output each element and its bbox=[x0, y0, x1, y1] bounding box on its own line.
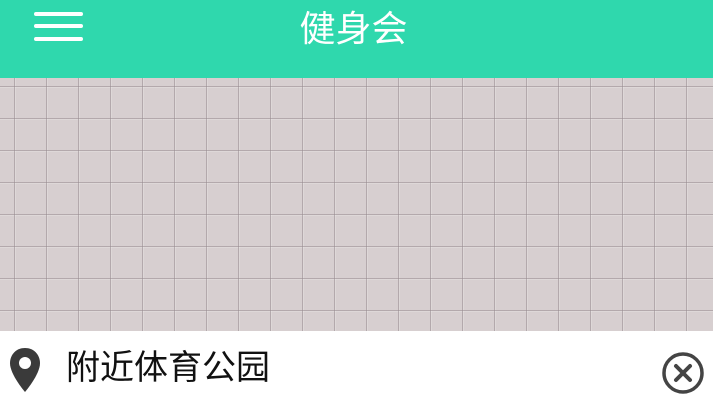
location-pin-icon bbox=[10, 348, 40, 392]
location-bar: 附近体育公园 bbox=[0, 331, 713, 401]
location-text[interactable]: 附近体育公园 bbox=[66, 347, 270, 389]
app-header: 健身会 bbox=[0, 0, 713, 78]
page-title: 健身会 bbox=[299, 9, 408, 50]
clear-location-button[interactable] bbox=[660, 350, 706, 396]
map-view[interactable] bbox=[0, 78, 713, 331]
circle-close-icon bbox=[662, 352, 704, 394]
app-screen: 健身会 附近体育公园 bbox=[0, 0, 713, 401]
